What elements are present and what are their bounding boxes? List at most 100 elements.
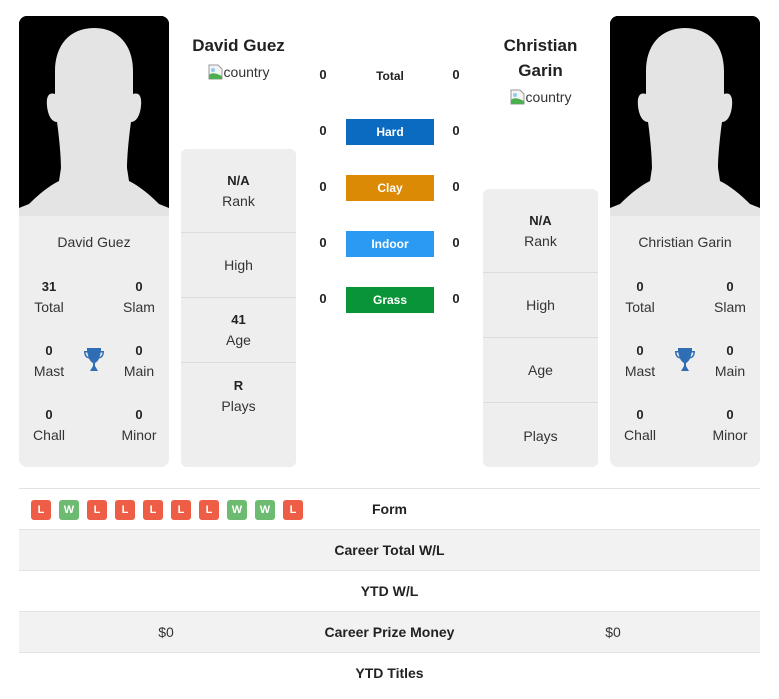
info-high: High [181,233,296,298]
info-label: Plays [221,397,256,414]
info-rank: N/A Rank [483,189,598,273]
row-career-total-wl: Career Total W/L [19,530,760,571]
player-card-name[interactable]: Christian Garin [610,234,760,250]
left-value: $0 [158,624,174,640]
row-label: Career Total W/L [334,542,445,558]
titles-main: 0 Main [109,341,169,381]
player-info-right: N/A Rank High Age Plays [483,189,598,467]
form-loss-badge[interactable]: L [143,500,163,520]
form-win-badge[interactable]: W [227,500,247,520]
stat-value: 0 [636,407,644,422]
info-value: R [233,377,244,393]
surface-badge-clay[interactable]: Clay [346,175,434,201]
row-form: LWLLLLLWWL Form [19,489,760,530]
broken-image-icon [208,64,223,80]
form-loss-badge[interactable]: L [199,500,219,520]
player-card-left: David Guez 31 Total 0 Slam 0 Mast 0 Main… [19,216,169,467]
titles-minor: 0 Minor [109,405,169,445]
silhouette-icon [19,16,169,216]
player-photo-left [19,16,169,216]
h2h-left-value: 0 [319,179,327,194]
form-win-badge[interactable]: W [255,500,275,520]
h2h-left-value: 0 [319,291,327,306]
stat-label: Main [714,363,746,379]
titles-mast: 0 Mast [19,341,79,381]
stat-label: Chall [624,427,656,443]
broken-image-icon [510,89,525,105]
info-label: Age [528,362,553,378]
h2h-right-value: 0 [452,179,460,194]
h2h-right-value: 0 [452,235,460,250]
stat-value: 0 [726,343,734,358]
form-loss-badge[interactable]: L [115,500,135,520]
h2h-left-value: 0 [319,123,327,138]
player-name[interactable]: Christian Garin [483,33,598,83]
country-flag: country [208,64,269,80]
row-career-prize-money: $0 Career Prize Money $0 [19,612,760,653]
row-label: Career Prize Money [324,624,455,640]
h2h-right-value: 0 [452,67,460,82]
form-win-badge[interactable]: W [59,500,79,520]
titles-total: 0 Total [610,277,670,317]
player-card-right: Christian Garin 0 Total 0 Slam 0 Mast 0 … [610,216,760,467]
stat-value: 0 [135,407,143,422]
titles-total: 31 Total [19,277,79,317]
right-value: $0 [605,624,621,640]
titles-chall: 0 Chall [19,405,79,445]
surface-badge-grass[interactable]: Grass [346,287,434,313]
h2h-total-label: Total [376,69,404,83]
stat-label: Chall [33,427,65,443]
player-info-left: N/A Rank High 41 Age R Plays [181,149,296,467]
player-header-left: David Guez country [181,33,296,83]
h2h-grass-row: 0 Grass 0 [305,285,475,313]
country-flag: country [510,89,572,105]
info-value: N/A [227,172,250,188]
trophy-icon [675,348,695,371]
stat-value: 0 [45,407,53,422]
h2h-total-row: 0 Total 0 [305,61,475,89]
country-alt-text: country [525,89,572,105]
info-label: Rank [222,192,255,209]
info-label: High [224,257,253,273]
info-age: 41 Age [181,298,296,363]
trophy-icon [84,348,104,371]
h2h-right-value: 0 [452,123,460,138]
player-card-name[interactable]: David Guez [19,234,169,250]
titles-minor: 0 Minor [700,405,760,445]
stat-value: 0 [636,343,644,358]
row-label: YTD Titles [355,665,424,681]
form-loss-badge[interactable]: L [87,500,107,520]
stat-label: Mast [33,363,65,379]
h2h-hard-row: 0 Hard 0 [305,117,475,145]
stat-label: Minor [121,427,157,443]
surface-badge-indoor[interactable]: Indoor [346,231,434,257]
info-value: N/A [529,212,552,228]
stat-value: 0 [726,279,734,294]
h2h-clay-row: 0 Clay 0 [305,173,475,201]
titles-mast: 0 Mast [610,341,670,381]
h2h-right-value: 0 [452,291,460,306]
stat-value: 0 [636,279,644,294]
form-loss-badge[interactable]: L [171,500,191,520]
stat-label: Main [123,363,155,379]
stat-value: 0 [726,407,734,422]
info-age: Age [483,338,598,403]
stat-label: Minor [712,427,748,443]
h2h-indoor-row: 0 Indoor 0 [305,229,475,257]
player-header-right: Christian Garin country [483,33,598,108]
info-high: High [483,273,598,338]
comparison-table: LWLLLLLWWL Form Career Total W/L YTD W/L… [19,488,760,694]
info-label: High [526,297,555,313]
stat-value: 0 [135,343,143,358]
player-name[interactable]: David Guez [181,33,296,58]
info-plays: Plays [483,403,598,468]
titles-slam: 0 Slam [109,277,169,317]
titles-chall: 0 Chall [610,405,670,445]
form-results: LWLLLLLWWL [31,500,303,520]
form-loss-badge[interactable]: L [31,500,51,520]
silhouette-icon [610,16,760,216]
surface-badge-hard[interactable]: Hard [346,119,434,145]
info-label: Rank [524,232,557,249]
row-label: Form [372,501,407,517]
row-ytd-wl: YTD W/L [19,571,760,612]
